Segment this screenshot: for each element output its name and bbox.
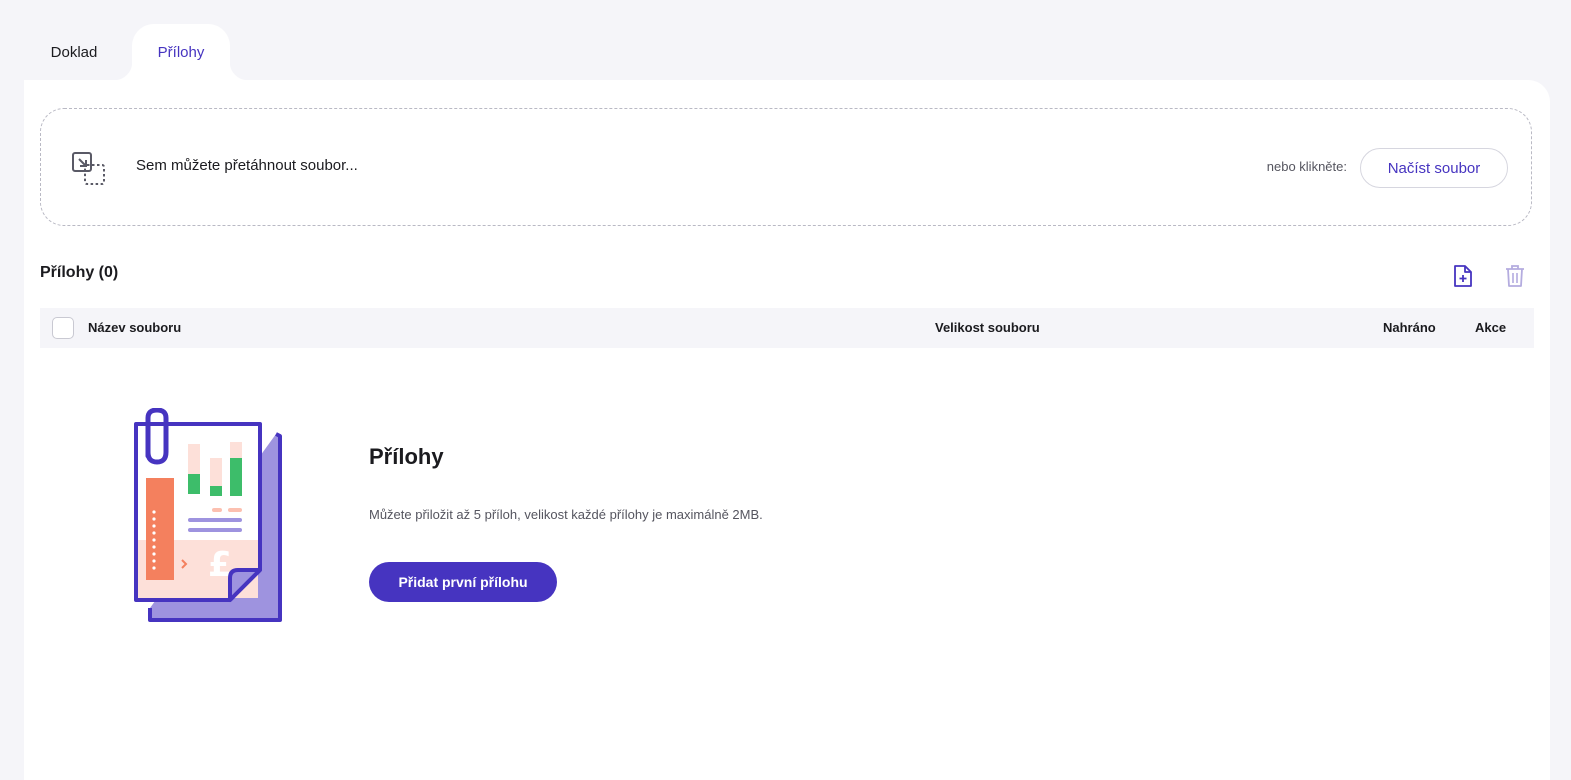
empty-state-title: Přílohy [369, 444, 444, 469]
column-uploaded[interactable]: Nahráno [1383, 320, 1436, 335]
select-all-checkbox[interactable] [52, 317, 74, 339]
empty-state-description: Můžete přiložit až 5 příloh, velikost ka… [369, 507, 763, 522]
trash-icon[interactable] [1504, 264, 1526, 288]
dropzone-text: Sem můžete přetáhnout soubor... [136, 157, 358, 174]
file-dropzone[interactable]: Sem můžete přetáhnout soubor... nebo kli… [40, 108, 1532, 226]
load-file-button[interactable]: Načíst soubor [1360, 148, 1508, 188]
attachments-illustration: £ [134, 408, 282, 622]
column-actions: Akce [1475, 320, 1507, 335]
dropzone-or-text: nebo klikněte: [1266, 159, 1347, 174]
tab-prilohy[interactable]: Přílohy [114, 24, 248, 80]
tab-doklad[interactable]: Doklad [24, 24, 124, 80]
add-file-icon[interactable] [1452, 264, 1474, 288]
attachments-panel: Sem můžete přetáhnout soubor... nebo kli… [24, 80, 1550, 780]
attachments-title: Přílohy (0) [40, 264, 119, 281]
column-file-name[interactable]: Název souboru [88, 320, 181, 335]
table-header: Název souboru Velikost souboru Nahráno A… [40, 308, 1534, 348]
drag-drop-icon [72, 152, 105, 185]
add-first-attachment-button[interactable]: Přidat první přílohu [369, 562, 557, 602]
column-file-size[interactable]: Velikost souboru [935, 320, 1040, 335]
